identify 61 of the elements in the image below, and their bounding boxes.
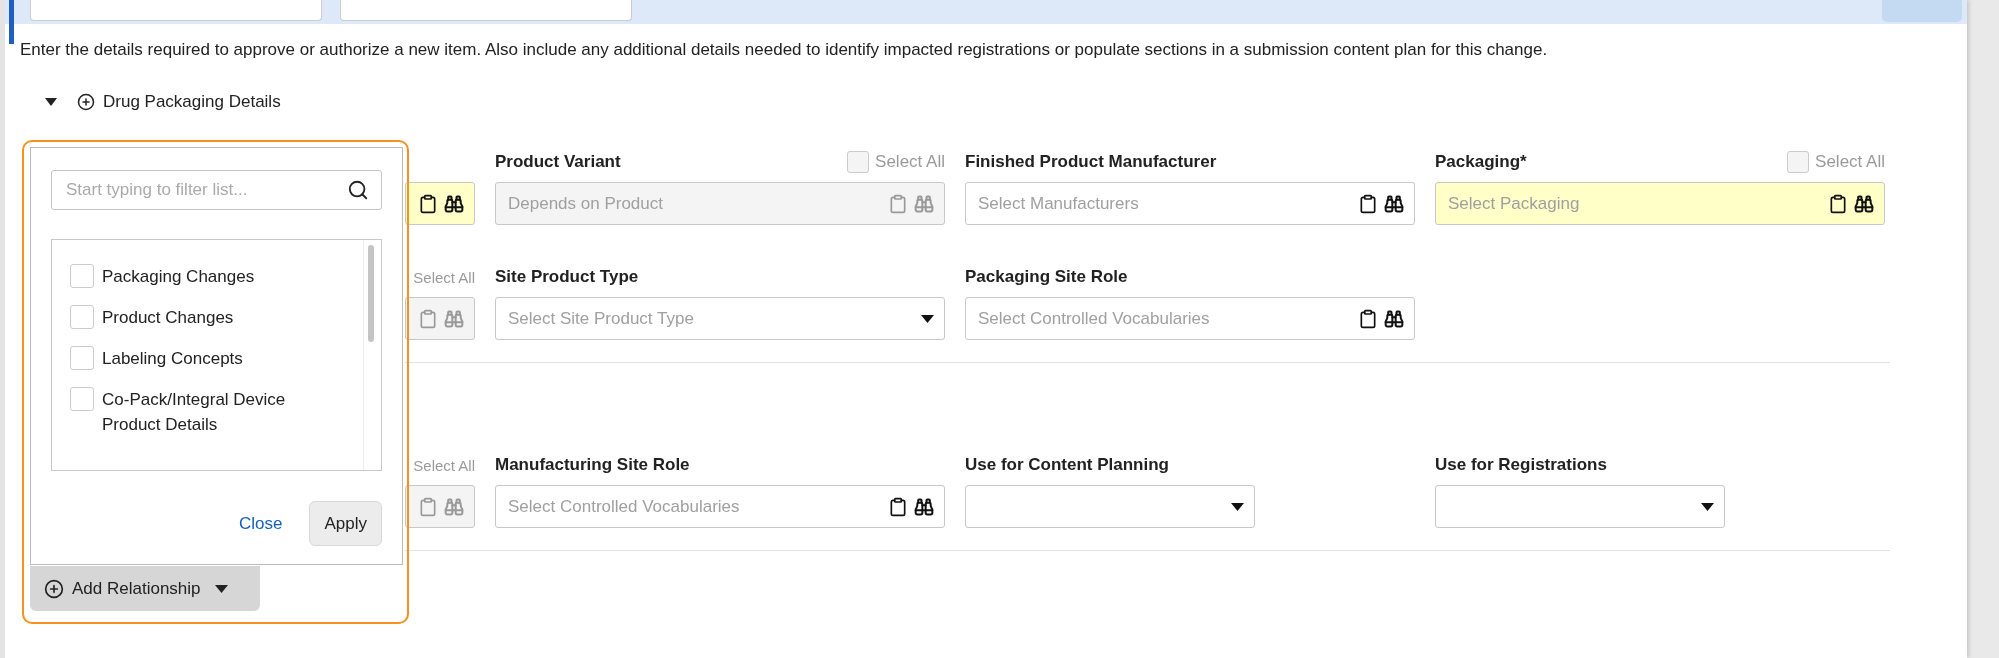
- clipboard-icon[interactable]: [1358, 193, 1378, 214]
- caret-icon: [214, 584, 228, 593]
- field-label: Packaging*: [1435, 152, 1527, 172]
- select-all-checkbox[interactable]: [1787, 151, 1810, 173]
- option-checkbox[interactable]: [70, 346, 94, 370]
- clipboard-icon[interactable]: [1828, 193, 1848, 214]
- field-placeholder: Depends on Product: [508, 193, 664, 214]
- caret-icon: [1701, 502, 1714, 511]
- dropdown-field[interactable]: [1435, 485, 1725, 528]
- clipboard-icon[interactable]: [888, 496, 908, 517]
- close-link[interactable]: Close: [239, 513, 283, 534]
- option-checkbox[interactable]: [70, 305, 94, 329]
- field-label: Use for Registrations: [1435, 455, 1607, 475]
- field-placeholder: Select Manufacturers: [978, 193, 1140, 214]
- input-field[interactable]: [30, 0, 322, 21]
- add-circle-icon[interactable]: [77, 93, 95, 111]
- lookup-field[interactable]: [405, 182, 475, 225]
- add-relationship-button[interactable]: Add Relationship: [30, 566, 260, 611]
- filter-input[interactable]: Start typing to filter list...: [64, 179, 339, 201]
- binoculars-icon[interactable]: [444, 193, 464, 214]
- binoculars-icon[interactable]: [1384, 308, 1404, 329]
- caret-icon: [1231, 502, 1244, 511]
- field-placeholder: Select Packaging: [1448, 193, 1581, 214]
- instructions-text: Enter the details required to approve or authorize a new item. Also include any additional details needed to identify impacted registrations or populate sections in a submission content plan for this change.: [20, 39, 1549, 61]
- lookup-field[interactable]: Select Manufacturers: [965, 182, 1415, 225]
- clipboard-icon[interactable]: [1358, 308, 1378, 329]
- clipboard-icon[interactable]: [418, 193, 438, 214]
- add-circle-icon: [44, 578, 64, 599]
- binoculars-icon[interactable]: [1854, 193, 1874, 214]
- lookup-field[interactable]: Select Controlled Vocabularies: [965, 297, 1415, 340]
- list-option[interactable]: Co-Pack/Integral Device Product Details: [70, 387, 336, 437]
- field-label: Product Variant: [495, 152, 621, 172]
- dropdown-field[interactable]: Select Site Product Type: [495, 297, 945, 340]
- field-placeholder: Select Site Product Type: [508, 308, 695, 329]
- list-option[interactable]: Labeling Concepts: [70, 346, 336, 371]
- list-option[interactable]: Product Changes: [70, 305, 336, 330]
- search-icon[interactable]: [347, 179, 369, 201]
- option-checkbox[interactable]: [70, 387, 94, 411]
- field-label: Site Product Type: [495, 267, 639, 287]
- field-label: Use for Content Planning: [965, 455, 1169, 475]
- field-label: Finished Product Manufacturer: [965, 152, 1217, 172]
- apply-button[interactable]: Apply: [309, 501, 382, 546]
- dropdown-field[interactable]: [965, 485, 1255, 528]
- filter-field[interactable]: Start typing to filter list...: [51, 170, 382, 210]
- lookup-field[interactable]: Select Packaging: [1435, 182, 1885, 225]
- lookup-field[interactable]: Select Controlled Vocabularies: [495, 485, 945, 528]
- select-all-option[interactable]: Select All: [1787, 151, 1885, 173]
- field-placeholder: Select Controlled Vocabularies: [508, 496, 741, 517]
- list-option[interactable]: Packaging Changes: [70, 264, 336, 289]
- section-title: Drug Packaging Details: [103, 92, 281, 112]
- expand-caret-icon[interactable]: [45, 98, 57, 106]
- binoculars-icon[interactable]: [914, 496, 934, 517]
- caret-icon: [921, 314, 934, 323]
- field-label: Packaging Site Role: [965, 267, 1128, 287]
- scrollbar-thumb[interactable]: [368, 245, 374, 342]
- input-field[interactable]: [340, 0, 632, 21]
- accent-bar: [9, 0, 14, 44]
- option-checkbox[interactable]: [70, 264, 94, 288]
- binoculars-icon[interactable]: [1384, 193, 1404, 214]
- field-label: Manufacturing Site Role: [495, 455, 690, 475]
- field-placeholder: Select Controlled Vocabularies: [978, 308, 1211, 329]
